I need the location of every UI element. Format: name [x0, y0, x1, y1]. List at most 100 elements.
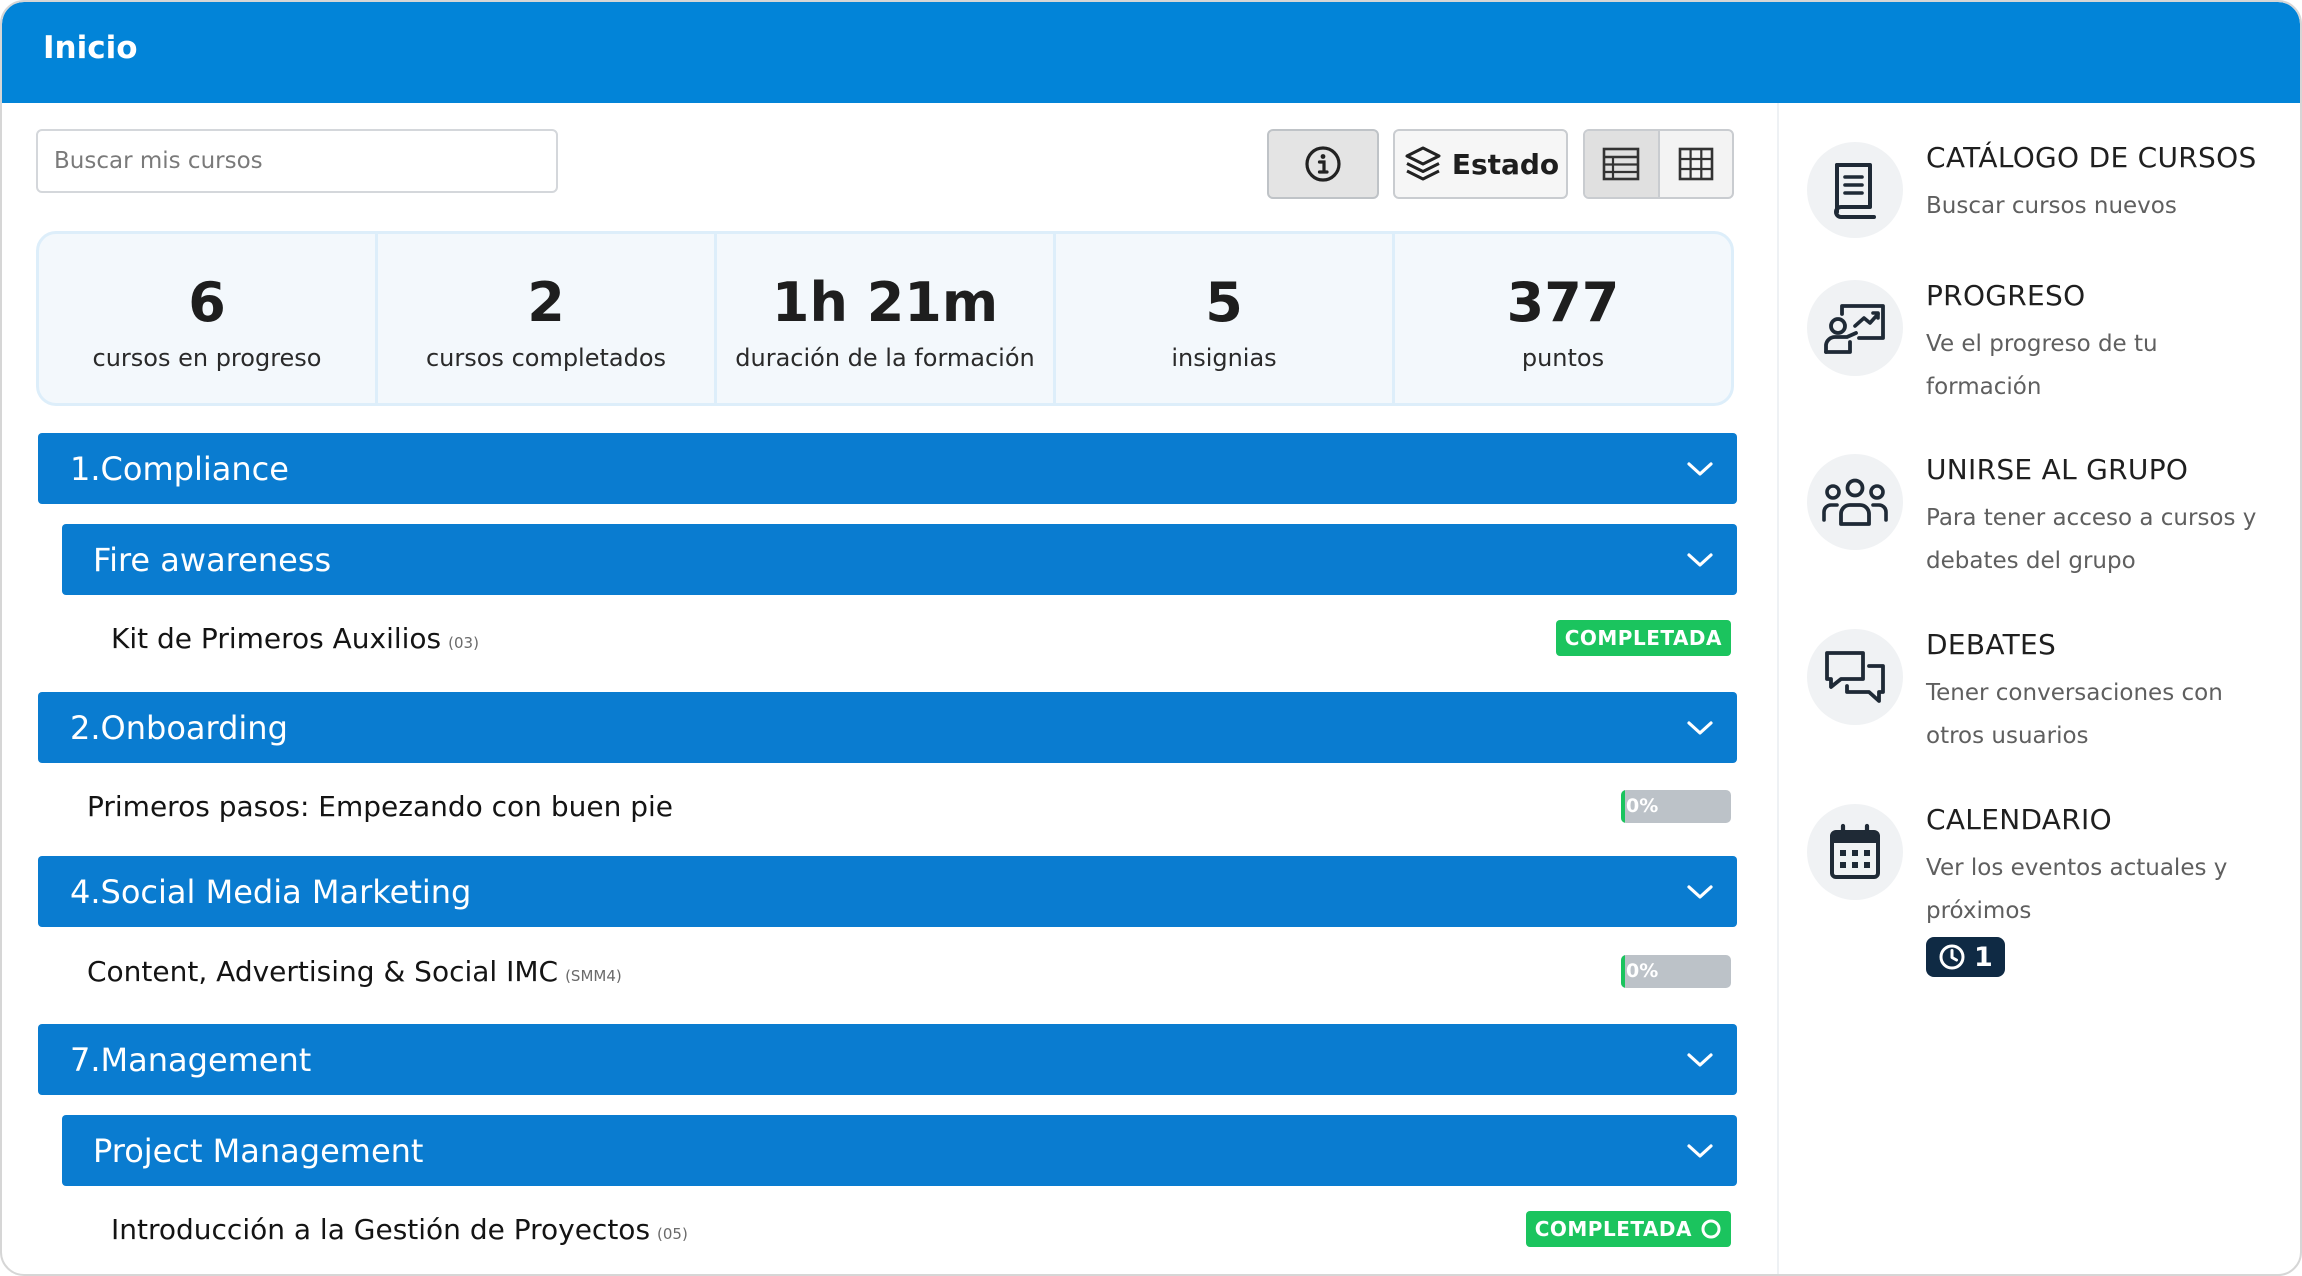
subcategory-header-project-management[interactable]: Project Management: [62, 1115, 1737, 1186]
chevron-down-icon: [1687, 1052, 1713, 1067]
view-toggle: [1583, 129, 1734, 199]
list-view-button[interactable]: [1585, 131, 1660, 197]
course-code: (03): [448, 633, 479, 652]
side-icon-wrap: [1807, 454, 1903, 550]
category-title: 1.Compliance: [70, 449, 289, 488]
grid-view-button[interactable]: [1660, 131, 1733, 197]
stat-label: puntos: [1521, 343, 1605, 372]
status-label: COMPLETADA: [1564, 626, 1722, 650]
progress-fill: [1621, 954, 1626, 988]
course-title: Primeros pasos: Empezando con buen pie: [87, 789, 673, 823]
page-title: Inicio: [43, 30, 138, 66]
stat-value: 1h 21m: [771, 270, 999, 334]
stat-value: 5: [1205, 270, 1243, 334]
sidebar-desc: Tener conversaciones con otros usuarios: [1926, 680, 2223, 749]
stat-courses-in-progress: 6 cursos en progreso: [39, 234, 378, 403]
subcategory-header-fire-awareness[interactable]: Fire awareness: [62, 524, 1737, 595]
progress-label: 0%: [1626, 959, 1659, 982]
stat-label: cursos en progreso: [92, 343, 322, 372]
stat-label: cursos completados: [425, 343, 667, 372]
sidebar-item-progress[interactable]: PROGRESO Ve el progreso de tu formación: [1807, 279, 2277, 410]
progress-bar: 0%: [1621, 789, 1731, 823]
category-header-social-media-marketing[interactable]: 4.Social Media Marketing: [38, 856, 1737, 927]
info-button[interactable]: [1267, 129, 1379, 199]
sidebar-item-join-group[interactable]: UNIRSE AL GRUPO Para tener acceso a curs…: [1807, 453, 2277, 584]
course-title: Introducción a la Gestión de Proyectos: [111, 1212, 651, 1246]
book-icon: [1834, 163, 1876, 219]
category-title: 4.Social Media Marketing: [70, 872, 472, 911]
status-badge: COMPLETADA: [1555, 620, 1731, 656]
course-row-primeros-pasos[interactable]: Primeros pasos: Empezando con buen pie 0…: [87, 776, 1731, 836]
category-header-management[interactable]: 7.Management: [38, 1024, 1737, 1095]
estado-label: Estado: [1451, 147, 1560, 181]
stat-courses-completed: 2 cursos completados: [378, 234, 717, 403]
chat-icon: [1825, 651, 1885, 703]
category-header-onboarding[interactable]: 2.Onboarding: [38, 692, 1737, 763]
clock-icon: [1939, 944, 1965, 970]
subcategory-title: Fire awareness: [93, 540, 332, 579]
status-label: COMPLETADA: [1534, 1217, 1692, 1241]
course-title: Kit de Primeros Auxilios: [111, 621, 442, 655]
progress-label: 0%: [1626, 794, 1659, 817]
sidebar-desc: Buscar cursos nuevos: [1926, 193, 2177, 219]
chevron-down-icon: [1687, 884, 1713, 899]
sidebar-item-calendar[interactable]: CALENDARIO Ver los eventos actuales y pr…: [1807, 803, 2277, 984]
course-title-wrap: Introducción a la Gestión de Proyectos (0…: [111, 1213, 688, 1246]
sidebar-title: DEBATES: [1926, 628, 2057, 661]
side-icon-wrap: [1807, 280, 1903, 376]
calendar-icon: [1830, 823, 1880, 879]
course-title-wrap: Content, Advertising & Social IMC (SMM4): [87, 955, 622, 988]
sidebar-desc: Ve el progreso de tu formación: [1926, 331, 2158, 400]
sidebar-title: CALENDARIO: [1926, 803, 2112, 836]
stat-points: 377 puntos: [1395, 234, 1731, 403]
stats-panel: 6 cursos en progreso 2 cursos completado…: [36, 231, 1734, 406]
side-icon-wrap: [1807, 142, 1903, 238]
progress-fill: [1621, 789, 1626, 823]
category-title: 2.Onboarding: [70, 708, 288, 747]
loading-ring-icon: [1701, 1219, 1721, 1239]
search-input[interactable]: [36, 129, 558, 193]
top-bar: Inicio: [2, 2, 2300, 103]
side-icon-wrap: [1807, 804, 1903, 900]
calendar-badge-count: 1: [1974, 941, 1993, 973]
stat-label: insignias: [1171, 343, 1277, 372]
chevron-down-icon: [1687, 461, 1713, 476]
chevron-down-icon: [1687, 1143, 1713, 1158]
category-title: 7.Management: [70, 1040, 312, 1079]
side-icon-wrap: [1807, 629, 1903, 725]
course-code: (05): [657, 1224, 688, 1243]
course-code: (SMM4): [565, 966, 622, 985]
list-view-icon: [1602, 147, 1640, 181]
sidebar-title: PROGRESO: [1926, 279, 2086, 312]
sidebar-item-debates[interactable]: DEBATES Tener conversaciones con otros u…: [1807, 628, 2277, 759]
chevron-down-icon: [1687, 720, 1713, 735]
estado-filter-button[interactable]: Estado: [1393, 129, 1568, 199]
course-row-content-advertising[interactable]: Content, Advertising & Social IMC (SMM4) …: [87, 941, 1731, 1001]
group-icon: [1822, 478, 1888, 526]
category-header-compliance[interactable]: 1.Compliance: [38, 433, 1737, 504]
app-window: Inicio Estado: [0, 0, 2302, 1276]
info-icon: [1305, 146, 1341, 182]
stat-label: duración de la formación: [735, 343, 1035, 372]
sidebar-title: UNIRSE AL GRUPO: [1926, 453, 2189, 486]
calendar-events-badge[interactable]: 1: [1926, 937, 2005, 977]
course-row-primeros-auxilios[interactable]: Kit de Primeros Auxilios (03) COMPLETADA: [111, 608, 1731, 668]
progress-bar: 0%: [1621, 954, 1731, 988]
grid-view-icon: [1678, 147, 1714, 181]
stat-badges: 5 insignias: [1056, 234, 1395, 403]
sidebar-desc: Ver los eventos actuales y próximos: [1926, 855, 2228, 924]
stat-value: 6: [188, 270, 226, 334]
sidebar-desc: Para tener acceso a cursos y debates del…: [1926, 505, 2257, 574]
course-row-gestion-proyectos[interactable]: Introducción a la Gestión de Proyectos (0…: [111, 1199, 1731, 1259]
sidebar-divider: [1777, 103, 1779, 1274]
stat-training-duration: 1h 21m duración de la formación: [717, 234, 1056, 403]
sidebar-title: CATÁLOGO DE CURSOS: [1926, 141, 2257, 174]
layers-icon: [1405, 146, 1441, 181]
chevron-down-icon: [1687, 552, 1713, 567]
sidebar-item-catalog[interactable]: CATÁLOGO DE CURSOS Buscar cursos nuevos: [1807, 141, 2277, 242]
progress-chart-icon: [1824, 304, 1885, 354]
subcategory-title: Project Management: [93, 1131, 424, 1170]
status-badge: COMPLETADA: [1525, 1211, 1731, 1247]
stat-value: 2: [527, 270, 565, 334]
stat-value: 377: [1506, 270, 1620, 334]
